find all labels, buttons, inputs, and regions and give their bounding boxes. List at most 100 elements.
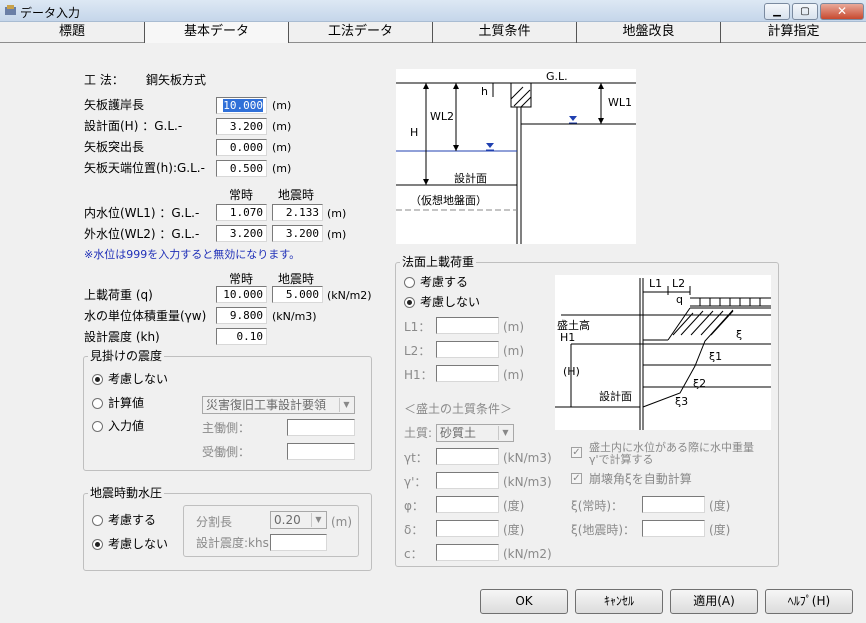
L1-label: L1： xyxy=(404,320,431,334)
gamma-t-label: γt： xyxy=(404,451,428,465)
fill-height-label: 盛土高 xyxy=(557,318,590,332)
gamma-t-unit: (kN/m3) xyxy=(503,451,552,465)
slope-no-radio[interactable] xyxy=(404,297,415,308)
xi-normal-unit: (度) xyxy=(709,499,731,513)
apparent-none-label[interactable]: 考慮しない xyxy=(108,372,168,386)
close-button[interactable]: ✕ xyxy=(820,3,864,20)
phi-label: φ： xyxy=(404,499,424,513)
passive-side-input[interactable] xyxy=(287,443,355,460)
apparent-seismic-title: 見掛けの震度 xyxy=(88,349,165,363)
pile-projection-input[interactable]: 0.000 xyxy=(216,139,267,156)
H-label: H xyxy=(410,126,418,139)
auto-failure-angle-label[interactable]: 崩壊角ξを自動計算 xyxy=(589,472,692,486)
L1-unit: (m) xyxy=(503,320,525,334)
pile-top-position-input[interactable]: 0.500 xyxy=(216,160,267,177)
pile-top-position-label: 矢板天端位置(h):G.L.- xyxy=(84,161,205,175)
design-plane-text: 設計面 xyxy=(454,171,487,185)
water-col-normal: 常時 xyxy=(229,188,254,202)
ok-button[interactable]: OK xyxy=(480,589,568,614)
apparent-none-radio[interactable] xyxy=(92,374,103,385)
window-title: データ入力 xyxy=(20,6,81,20)
tab-title[interactable]: 標題 xyxy=(0,22,145,43)
tab-soil-conditions[interactable]: 土質条件 xyxy=(433,22,577,43)
chevron-down-icon: ▼ xyxy=(339,398,353,412)
tab-method-data[interactable]: 工法データ xyxy=(289,22,433,43)
apparent-calc-label[interactable]: 計算値 xyxy=(108,396,144,410)
active-side-input[interactable] xyxy=(287,419,355,436)
delta-input[interactable] xyxy=(436,520,499,537)
dynamic-khs-input[interactable] xyxy=(270,534,327,551)
slope-no-label[interactable]: 考慮しない xyxy=(420,295,480,309)
xi1-label: ξ1 xyxy=(709,350,722,363)
gamma-t-input[interactable] xyxy=(436,448,499,465)
tab-basic-data[interactable]: 基本データ xyxy=(145,22,289,43)
sheet-pile-length-input[interactable]: 10.000 xyxy=(216,97,267,114)
inner-water-quake-input[interactable]: 2.133 xyxy=(272,204,323,221)
dynamic-no-radio[interactable] xyxy=(92,539,103,550)
L2-input[interactable] xyxy=(436,341,499,358)
xi-normal-input[interactable] xyxy=(642,496,705,513)
dynamic-khs-label: 設計震度:khs xyxy=(196,536,269,550)
split-length-select[interactable]: 0.20 ▼ xyxy=(270,511,327,529)
H1-unit: (m) xyxy=(503,368,525,382)
water-col-quake: 地震時 xyxy=(278,188,315,202)
inner-water-normal-input[interactable]: 1.070 xyxy=(216,204,267,221)
apparent-input-radio[interactable] xyxy=(92,421,103,432)
cancel-button[interactable]: ｷｬﾝｾﾙ xyxy=(575,589,663,614)
phi-input[interactable] xyxy=(436,496,499,513)
soil-type-select[interactable]: 砂質土 ▼ xyxy=(436,424,514,442)
delta-unit: (度) xyxy=(503,523,525,537)
submerged-weight-checkbox[interactable]: ✓ xyxy=(571,447,582,458)
h-label: h xyxy=(481,85,488,98)
diagram-L1-label: L1 xyxy=(649,277,662,290)
slope-yes-radio[interactable] xyxy=(404,277,415,288)
maximize-button[interactable]: ▢ xyxy=(792,3,818,20)
H1-label: H1： xyxy=(404,368,433,382)
WL1-label: WL1 xyxy=(608,96,632,109)
minimize-button[interactable]: ▁ xyxy=(764,3,790,20)
apparent-calc-radio[interactable] xyxy=(92,398,103,409)
tab-ground-improvement[interactable]: 地盤改良 xyxy=(577,22,721,43)
water-unit-weight-label: 水の単位体積重量(γw) xyxy=(84,309,207,323)
phi-unit: (度) xyxy=(503,499,525,513)
L2-unit: (m) xyxy=(503,344,525,358)
dynamic-water-title: 地震時動水圧 xyxy=(88,486,165,500)
dynamic-no-label[interactable]: 考慮しない xyxy=(108,537,168,551)
unit-label: (m) xyxy=(272,99,292,112)
auto-failure-angle-checkbox[interactable]: ✓ xyxy=(571,473,582,484)
tab-calc-settings[interactable]: 計算指定 xyxy=(721,22,866,43)
apply-button[interactable]: 適用(A) xyxy=(670,589,758,614)
help-button[interactable]: ﾍﾙﾌﾟ(H) xyxy=(765,589,853,614)
unit-label: (m) xyxy=(327,207,347,220)
slope-yes-label[interactable]: 考慮する xyxy=(420,275,468,289)
apparent-input-label[interactable]: 入力値 xyxy=(108,419,144,433)
virtual-ground-text: （仮想地盤面） xyxy=(410,193,487,207)
xi-quake-label: ξ(地震時)： xyxy=(571,523,636,537)
gamma-prime-input[interactable] xyxy=(436,472,499,489)
design-plane-input[interactable]: 3.200 xyxy=(216,118,267,135)
design-seismic-input[interactable]: 0.10 xyxy=(216,328,267,345)
tab-strip: 標題 基本データ 工法データ 土質条件 地盤改良 計算指定 xyxy=(0,22,866,43)
load-col-normal: 常時 xyxy=(229,272,254,286)
outer-water-quake-input[interactable]: 3.200 xyxy=(272,225,323,242)
water-unit-weight-input[interactable]: 9.800 xyxy=(216,307,267,324)
H1-input[interactable] xyxy=(436,365,499,382)
surcharge-normal-input[interactable]: 10.000 xyxy=(216,286,267,303)
xi-quake-input[interactable] xyxy=(642,520,705,537)
surcharge-quake-input[interactable]: 5.000 xyxy=(272,286,323,303)
dynamic-yes-label[interactable]: 考慮する xyxy=(108,513,156,527)
method-label: 工 法： xyxy=(84,73,124,87)
gamma-prime-label: γ'： xyxy=(404,475,427,489)
dynamic-yes-radio[interactable] xyxy=(92,515,103,526)
diagram-H1-label: H1 xyxy=(560,331,575,344)
outer-water-normal-input[interactable]: 3.200 xyxy=(216,225,267,242)
cohesion-input[interactable] xyxy=(436,544,499,561)
cohesion-label: c： xyxy=(404,547,423,561)
apparent-method-select[interactable]: 災害復旧工事設計要領 ▼ xyxy=(202,396,355,414)
method-value: 鋼矢板方式 xyxy=(146,73,207,87)
diagram-H-label: (H) xyxy=(563,365,580,378)
submerged-weight-label[interactable]: 盛土内に水位がある際に水中重量γ'で計算する xyxy=(589,442,769,466)
xi-label: ξ xyxy=(736,328,742,341)
L1-input[interactable] xyxy=(436,317,499,334)
unit-label: (m) xyxy=(327,228,347,241)
